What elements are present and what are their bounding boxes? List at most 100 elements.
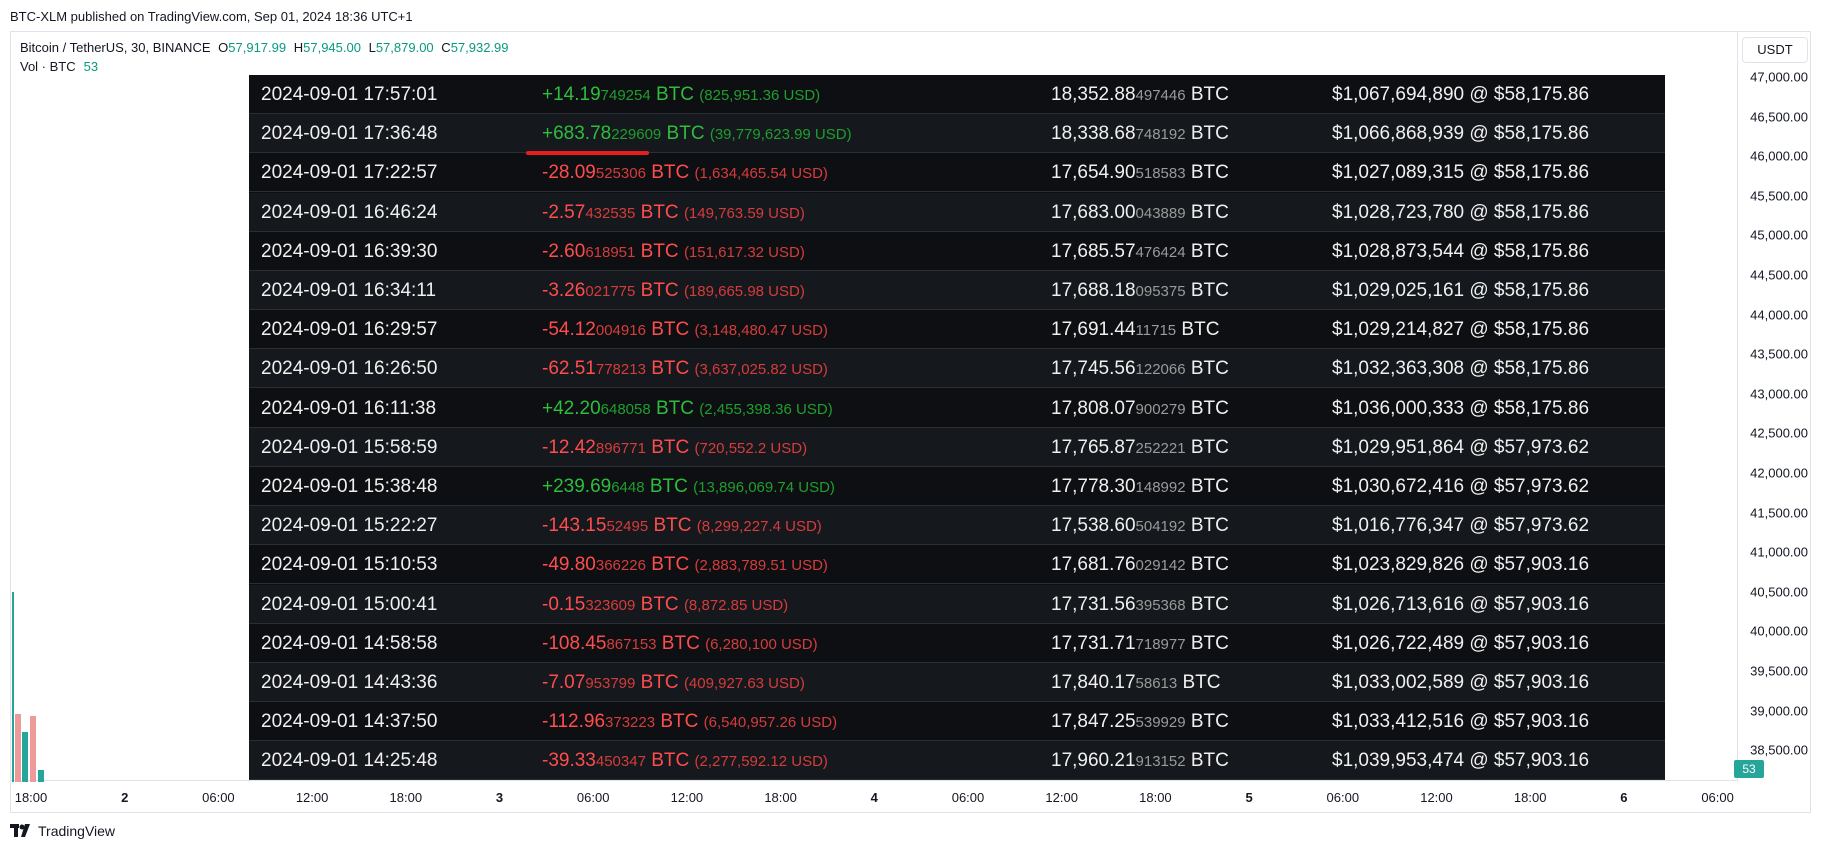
- tx-amount: -62.51778213 BTC (3,637,025.82 USD): [542, 358, 828, 380]
- time-axis-label: 18:00: [389, 790, 423, 805]
- table-row: 2024-09-01 14:58:58 -108.45867153 BTC (6,…: [249, 624, 1665, 663]
- tx-time: 2024-09-01 15:00:41: [261, 593, 438, 615]
- price-axis-label: 47,000.00: [1750, 69, 1808, 85]
- close-label: C: [441, 40, 451, 55]
- time-axis-label: 18:00: [14, 790, 48, 805]
- tx-time: 2024-09-01 16:46:24: [261, 201, 438, 223]
- tx-amount: -7.07953799 BTC (409,927.63 USD): [542, 672, 805, 693]
- tx-value: $1,033,002,589 @ $57,903.16: [1332, 672, 1590, 693]
- time-axis-label: 18:00: [764, 790, 797, 805]
- tx-time: 2024-09-01 14:58:58: [261, 632, 438, 654]
- tx-value: $1,026,722,489 @ $57,903.16: [1332, 632, 1590, 654]
- tx-balance: 17,960.21913152 BTC: [1051, 750, 1229, 772]
- highlight-underline: [526, 151, 649, 155]
- price-axis[interactable]: 47,000.00 46,500.00 46,000.00 45,500.00 45,0…: [1738, 60, 1818, 780]
- tx-time: 2024-09-01 16:26:50: [261, 358, 438, 380]
- tx-time: 2024-09-01 15:38:48: [261, 476, 438, 497]
- tx-balance: 17,688.18095375 BTC: [1051, 280, 1229, 301]
- footer-brand[interactable]: TradingView: [10, 823, 115, 839]
- close-value: 57,932.99: [450, 40, 509, 55]
- tx-time: 2024-09-01 15:58:59: [261, 436, 438, 458]
- tx-time: 2024-09-01 17:36:48: [261, 123, 438, 145]
- tx-amount: -112.96373223 BTC (6,540,957.26 USD): [542, 711, 838, 733]
- tx-amount: -3.26021775 BTC (189,665.98 USD): [542, 280, 805, 301]
- tx-balance: 17,731.71718977 BTC: [1051, 632, 1229, 654]
- tx-amount: -54.12004916 BTC (3,148,480.47 USD): [542, 319, 828, 341]
- table-row: 2024-09-01 16:39:30 -2.60618951 BTC (151,…: [249, 232, 1665, 271]
- time-axis-label: 06:00: [1326, 790, 1360, 805]
- high-value: 57,945.00: [303, 40, 361, 55]
- tx-amount: -39.33450347 BTC (2,277,592.12 USD): [542, 750, 828, 772]
- table-row: 2024-09-01 16:46:24 -2.57432535 BTC (149,…: [249, 192, 1665, 232]
- tx-value: $1,029,951,864 @ $57,973.62: [1332, 436, 1590, 458]
- volume-bar: [38, 770, 44, 782]
- table-row: 2024-09-01 15:58:59 -12.42896771 BTC (720…: [249, 427, 1665, 467]
- time-axis[interactable]: 18:00 2 06:00 12:00 18:00 3 06:00 12:00 18:00 4 06…: [10, 782, 1738, 812]
- tx-balance: 17,808.07900279 BTC: [1051, 397, 1229, 419]
- tx-balance: 17,731.56395368 BTC: [1051, 593, 1229, 615]
- price-axis-label: 43,500.00: [1750, 346, 1808, 362]
- table-row: 2024-09-01 16:34:11 -3.26021775 BTC (189,…: [249, 271, 1665, 310]
- tx-value: $1,066,868,939 @ $58,175.86: [1332, 123, 1590, 145]
- time-axis-label: 12:00: [295, 790, 329, 805]
- table-row: 2024-09-01 14:37:50 -112.96373223 BTC (6,…: [249, 702, 1665, 742]
- tx-balance: 17,778.30148992 BTC: [1051, 476, 1229, 497]
- price-axis-label: 39,500.00: [1750, 663, 1808, 679]
- volume-legend[interactable]: Vol · BTC 53: [20, 59, 98, 74]
- time-axis-label: 06:00: [951, 790, 985, 805]
- time-axis-label: 3: [495, 790, 504, 805]
- tx-amount: -143.1552495 BTC (8,299,227.4 USD): [542, 515, 822, 537]
- open-value: 57,917.99: [228, 40, 287, 55]
- tx-time: 2024-09-01 17:57:01: [261, 84, 438, 105]
- tx-balance: 17,685.57476424 BTC: [1051, 240, 1229, 262]
- volume-bar: [15, 714, 21, 782]
- tx-balance: 17,691.4411715 BTC: [1051, 319, 1220, 341]
- price-axis-label: 45,500.00: [1750, 188, 1808, 204]
- tx-value: $1,026,713,616 @ $57,903.16: [1332, 593, 1590, 615]
- time-axis-label: 4: [870, 790, 878, 805]
- table-row: 2024-09-01 16:26:50 -62.51778213 BTC (3,6…: [249, 349, 1665, 389]
- tx-balance: 17,745.56122066 BTC: [1051, 358, 1229, 380]
- time-axis-label: 18:00: [1139, 790, 1172, 805]
- price-axis-label: 45,000.00: [1750, 227, 1808, 243]
- tx-amount: -2.57432535 BTC (149,763.59 USD): [542, 201, 805, 223]
- table-row: 2024-09-01 15:00:41 -0.15323609 BTC (8,87…: [249, 584, 1665, 624]
- price-axis-label: 43,000.00: [1750, 386, 1808, 402]
- price-axis-label: 42,000.00: [1750, 465, 1808, 481]
- tx-amount: -0.15323609 BTC (8,872.85 USD): [542, 593, 789, 615]
- table-row: 2024-09-01 17:36:48 +683.78229609 BTC (39…: [249, 114, 1665, 154]
- table-row: 2024-09-01 14:25:48 -39.33450347 BTC (2,2…: [249, 741, 1665, 781]
- tx-time: 2024-09-01 14:37:50: [261, 711, 438, 733]
- tx-time: 2024-09-01 17:22:57: [261, 162, 438, 184]
- high-label: H: [293, 40, 304, 55]
- tx-value: $1,029,025,161 @ $58,175.86: [1332, 280, 1590, 301]
- time-axis-label: 18:00: [1513, 790, 1547, 805]
- volume-label: Vol · BTC: [20, 59, 76, 74]
- symbol-legend[interactable]: Bitcoin / TetherUS, 30, BINANCE O57,917.…: [20, 40, 509, 55]
- tx-time: 2024-09-01 15:22:27: [261, 515, 438, 537]
- price-axis-label: 41,000.00: [1750, 544, 1808, 560]
- tx-amount: -49.80366226 BTC (2,883,789.51 USD): [542, 554, 828, 576]
- time-axis-label: 06:00: [576, 790, 610, 805]
- tx-balance: 17,654.90518583 BTC: [1051, 162, 1229, 184]
- tx-value: $1,033,412,516 @ $57,903.16: [1332, 711, 1590, 733]
- time-axis-label: 12:00: [1045, 790, 1078, 805]
- time-axis-label: 12:00: [670, 790, 704, 805]
- tx-balance: 17,840.1758613 BTC: [1051, 672, 1221, 693]
- price-axis-label: 40,500.00: [1750, 584, 1808, 600]
- time-axis-label: 2: [121, 790, 129, 805]
- table-row: 2024-09-01 15:38:48 +239.696448 BTC (13,8…: [249, 467, 1665, 506]
- tx-value: $1,029,214,827 @ $58,175.86: [1332, 319, 1590, 341]
- volume-bar: [22, 732, 28, 782]
- tx-amount: -12.42896771 BTC (720,552.2 USD): [542, 436, 808, 458]
- tx-value: $1,036,000,333 @ $58,175.86: [1332, 397, 1590, 419]
- time-axis-label: 06:00: [1701, 790, 1734, 805]
- volume-bar: [30, 716, 36, 782]
- table-row: 2024-09-01 16:11:38 +42.20648058 BTC (2,4…: [249, 389, 1665, 428]
- volume-badge: 53: [1734, 760, 1764, 778]
- tx-amount: -108.45867153 BTC (6,280,100 USD): [542, 632, 818, 654]
- tx-value: $1,028,723,780 @ $58,175.86: [1332, 201, 1590, 223]
- tx-balance: 18,352.88497446 BTC: [1051, 84, 1229, 105]
- tx-value: $1,027,089,315 @ $58,175.86: [1332, 162, 1590, 184]
- table-row: 2024-09-01 15:10:53 -49.80366226 BTC (2,8…: [249, 545, 1665, 585]
